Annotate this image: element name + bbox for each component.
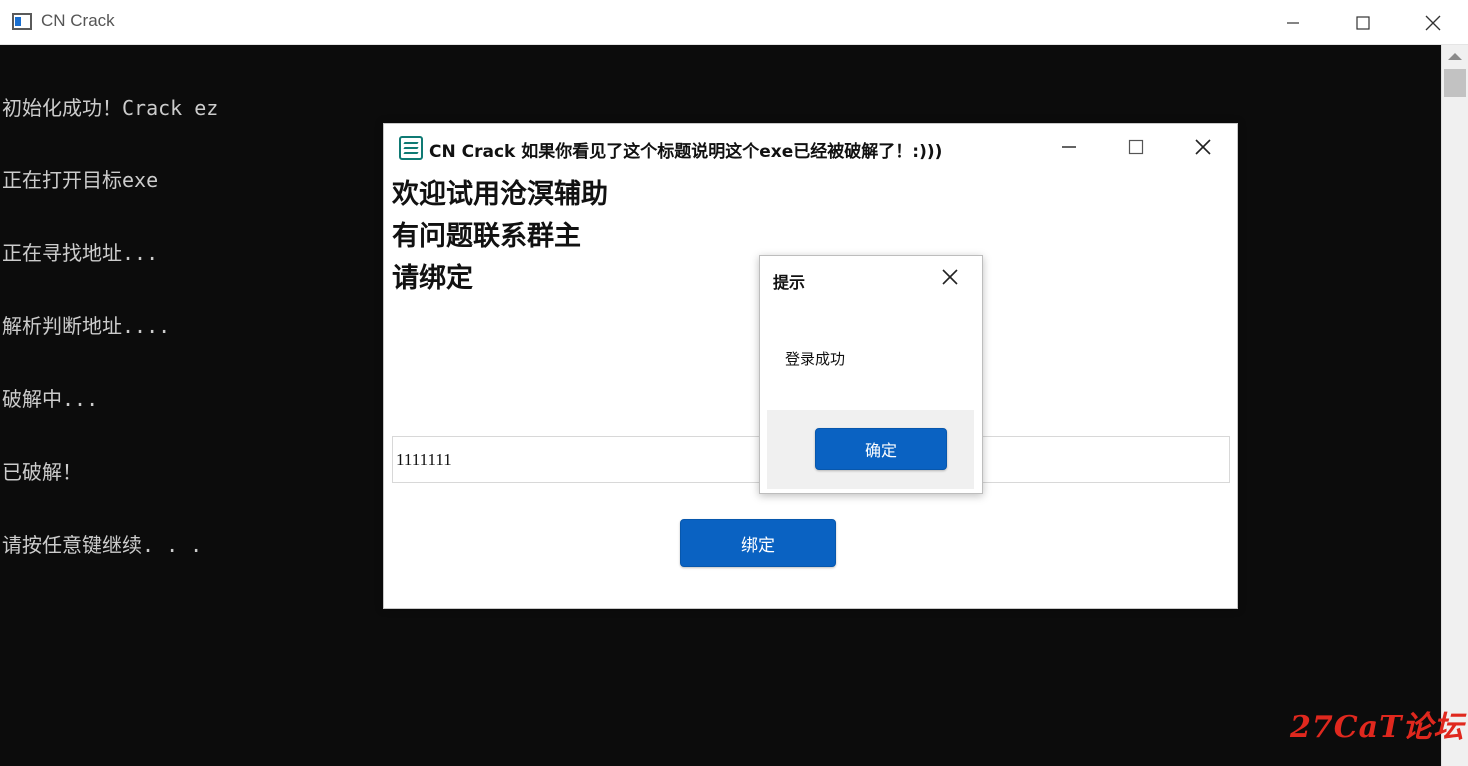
- app-window-title: CN Crack 如果你看见了这个标题说明这个exe已经被破解了！:))): [429, 142, 943, 162]
- welcome-text: 欢迎试用沧溟辅助 有问题联系群主 请绑定: [392, 174, 608, 300]
- app-close-button[interactable]: [1173, 129, 1233, 165]
- console-line: 正在打开目标exe: [2, 168, 159, 193]
- bind-button[interactable]: 绑定: [680, 519, 836, 567]
- dialog-close-button[interactable]: [932, 262, 968, 292]
- close-icon: [1425, 15, 1441, 30]
- console-window-icon: [12, 13, 32, 30]
- app-titlebar: CN Crack 如果你看见了这个标题说明这个exe已经被破解了！:))): [384, 124, 1237, 170]
- console-line: 破解中...: [2, 387, 99, 412]
- console-window-title: CN Crack: [41, 11, 115, 30]
- maximize-icon: [1356, 15, 1370, 30]
- welcome-line: 有问题联系群主: [392, 221, 581, 252]
- console-maximize-button[interactable]: [1328, 0, 1398, 45]
- dialog-message: 登录成功: [785, 350, 846, 368]
- scrollbar-thumb[interactable]: [1444, 69, 1466, 97]
- console-line: 已破解！: [2, 460, 82, 485]
- app-minimize-button[interactable]: [1039, 129, 1099, 165]
- message-dialog: 提示 登录成功 确定: [759, 255, 983, 494]
- ok-button[interactable]: 确定: [815, 428, 947, 470]
- welcome-line: 请绑定: [392, 263, 473, 294]
- console-titlebar: CN Crack: [0, 0, 1468, 45]
- console-close-button[interactable]: [1398, 0, 1468, 45]
- console-line: 初始化成功！Crack ez: [2, 95, 219, 120]
- dialog-footer: 确定: [767, 410, 974, 489]
- scroll-up-arrow-icon[interactable]: [1448, 53, 1462, 60]
- console-line: 请按任意键继续. . .: [2, 532, 203, 557]
- console-minimize-button[interactable]: [1258, 0, 1328, 45]
- console-scrollbar[interactable]: [1441, 45, 1468, 766]
- app-maximize-button[interactable]: [1106, 129, 1166, 165]
- maximize-icon: [1128, 139, 1144, 155]
- console-lines: 初始化成功！Crack ez 正在打开目标exe 正在寻找地址... 解析判断地…: [2, 47, 218, 606]
- welcome-line: 欢迎试用沧溟辅助: [392, 179, 608, 210]
- minimize-icon: [1062, 146, 1076, 148]
- dialog-title: 提示: [773, 273, 806, 292]
- close-icon: [942, 269, 958, 285]
- forum-watermark: 27CaT论坛: [1290, 710, 1465, 745]
- app-logo-icon: [399, 136, 423, 160]
- minimize-icon: [1287, 21, 1299, 24]
- console-line: 正在寻找地址...: [2, 241, 159, 266]
- console-line: 解析判断地址....: [2, 314, 171, 339]
- close-icon: [1195, 139, 1211, 155]
